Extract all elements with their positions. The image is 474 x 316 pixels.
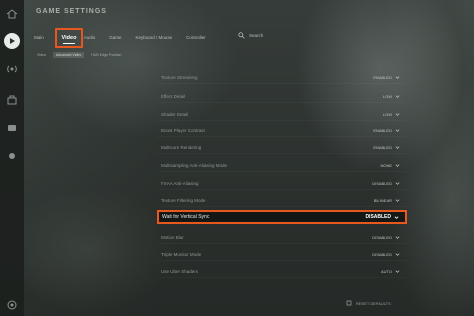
- search-label: Search: [249, 33, 264, 38]
- tab-video-label: Video: [61, 35, 77, 41]
- setting-label: Multisampling Anti-Aliasing Mode: [161, 163, 228, 168]
- setting-dropdown[interactable]: NONE: [380, 163, 400, 168]
- setting-label: Texture Filtering Mode: [161, 198, 206, 203]
- setting-value: BILINEAR: [373, 198, 392, 203]
- setting-dropdown[interactable]: ENABLED: [373, 145, 400, 150]
- setting-row[interactable]: Multicore Rendering ENABLED: [158, 142, 406, 154]
- setting-dropdown[interactable]: ENABLED: [373, 75, 400, 80]
- active-tab-underline: [63, 42, 75, 44]
- setting-value: NONE: [380, 163, 392, 168]
- sub-nav: Video Advanced Video HUD Edge Position: [34, 52, 124, 58]
- setting-value: DISABLED: [372, 235, 392, 240]
- setting-row[interactable]: Texture Streaming ENABLED: [158, 72, 406, 84]
- setting-row[interactable]: Texture Filtering Mode BILINEAR: [158, 195, 406, 207]
- chevron-down-icon: [395, 253, 400, 256]
- setting-dropdown[interactable]: DISABLED: [372, 252, 400, 257]
- setting-label: Motion Blur: [161, 235, 184, 240]
- tab-controller[interactable]: Controller: [186, 35, 206, 40]
- setting-label: FXAA Anti-Aliasing: [161, 181, 199, 186]
- setting-value: ENABLED: [373, 145, 392, 150]
- setting-label: Triple-Monitor Mode: [161, 252, 202, 257]
- setting-dropdown[interactable]: DISABLED: [372, 235, 400, 240]
- setting-row[interactable]: Boost Player Contrast ENABLED: [158, 125, 406, 137]
- setting-dropdown[interactable]: LOW: [383, 94, 400, 99]
- chevron-down-icon: [395, 236, 400, 239]
- setting-dropdown[interactable]: BILINEAR: [374, 198, 400, 203]
- chevron-down-icon: [395, 129, 400, 132]
- setting-value: DISABLED: [372, 181, 392, 186]
- vertical-sync-dropdown[interactable]: DISABLED: [365, 214, 399, 220]
- antenna-icon[interactable]: [4, 61, 20, 77]
- setting-value: ENABLED: [373, 75, 392, 80]
- chevron-down-icon: [395, 146, 400, 149]
- chevron-down-icon: [395, 76, 400, 79]
- setting-row[interactable]: Multisampling Anti-Aliasing Mode NONE: [158, 160, 406, 172]
- home-icon[interactable]: [4, 6, 20, 22]
- play-icon[interactable]: [4, 33, 20, 49]
- inventory-icon[interactable]: [4, 92, 20, 108]
- setting-row-vertical-sync[interactable]: Wait for Vertical Sync DISABLED: [157, 210, 407, 224]
- tab-main[interactable]: Main: [34, 35, 44, 40]
- setting-row[interactable]: Triple-Monitor Mode DISABLED: [158, 249, 406, 261]
- setting-label: Use Uber Shaders: [161, 269, 199, 274]
- setting-label: Multicore Rendering: [161, 145, 202, 150]
- page-title: GAME SETTINGS: [36, 8, 107, 15]
- reset-defaults-button[interactable]: RESET DEFAULTS: [346, 300, 391, 306]
- setting-value: DISABLED: [365, 214, 391, 220]
- chevron-down-icon: [394, 215, 399, 219]
- setting-label: Wait for Vertical Sync: [162, 214, 210, 220]
- setting-row[interactable]: Use Uber Shaders AUTO: [158, 266, 406, 278]
- tab-game[interactable]: Game: [109, 35, 121, 40]
- setting-row[interactable]: Shader Detail LOW: [158, 109, 406, 121]
- subtab-advanced-video[interactable]: Advanced Video: [52, 52, 85, 58]
- setting-label: Effect Detail: [161, 94, 186, 99]
- setting-value: ENABLED: [373, 128, 392, 133]
- chevron-down-icon: [395, 95, 400, 98]
- chevron-down-icon: [395, 164, 400, 167]
- search-icon: [238, 32, 245, 39]
- setting-label: Shader Detail: [161, 112, 189, 117]
- tab-video[interactable]: Video: [55, 28, 83, 48]
- chevron-down-icon: [395, 199, 400, 202]
- settings-icon[interactable]: [4, 148, 20, 164]
- chevron-down-icon: [395, 182, 400, 185]
- setting-row[interactable]: Motion Blur DISABLED: [158, 232, 406, 244]
- subtab-video[interactable]: Video: [34, 52, 49, 58]
- setting-value: LOW: [382, 94, 392, 99]
- setting-value: LOW: [382, 112, 392, 117]
- setting-row[interactable]: Effect Detail LOW: [158, 91, 406, 103]
- reset-icon: [346, 300, 352, 306]
- setting-dropdown[interactable]: LOW: [383, 112, 400, 117]
- setting-dropdown[interactable]: ENABLED: [373, 128, 400, 133]
- tv-icon[interactable]: [4, 120, 20, 136]
- search-button[interactable]: Search: [238, 32, 263, 39]
- setting-label: Boost Player Contrast: [161, 128, 205, 133]
- subtab-hud-edge-position[interactable]: HUD Edge Position: [88, 52, 124, 58]
- setting-value: DISABLED: [372, 252, 392, 257]
- tab-keyboard-mouse[interactable]: Keyboard / Mouse: [136, 35, 173, 40]
- chevron-down-icon: [395, 113, 400, 116]
- left-sidebar: [0, 0, 24, 316]
- reset-defaults-label: RESET DEFAULTS: [356, 300, 391, 306]
- chevron-down-icon: [395, 270, 400, 273]
- settings-icon[interactable]: [6, 298, 18, 310]
- tab-audio[interactable]: Audio: [84, 35, 96, 40]
- setting-value: AUTO: [380, 269, 392, 274]
- setting-label: Texture Streaming: [161, 75, 198, 80]
- setting-dropdown[interactable]: DISABLED: [372, 181, 400, 186]
- setting-row[interactable]: FXAA Anti-Aliasing DISABLED: [158, 178, 406, 190]
- setting-dropdown[interactable]: AUTO: [381, 269, 400, 274]
